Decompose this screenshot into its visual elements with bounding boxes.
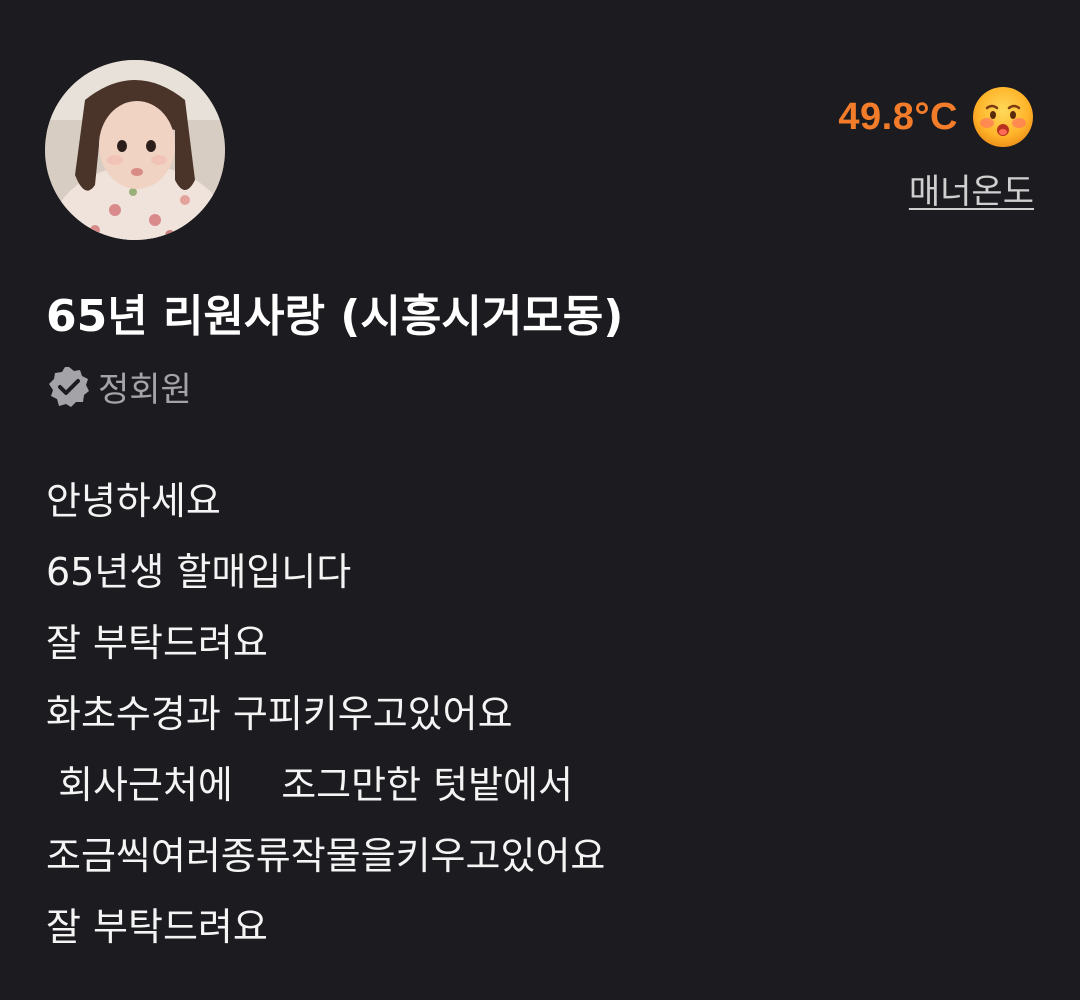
avatar[interactable] xyxy=(45,60,225,240)
bio-line: 회사근처에 조그만한 텃밭에서 xyxy=(46,763,573,807)
member-badge: 정회원 xyxy=(46,362,192,411)
bio-line: 조금씩여러종류작물을키우고있어요 xyxy=(46,834,606,878)
manner-temperature[interactable]: 49.8°C 매너온도 xyxy=(838,86,1034,213)
bio-line: 안녕하세요 xyxy=(46,479,221,523)
nickname: 65년 리원사랑 (시흥시거모동) xyxy=(46,291,624,342)
badge-label: 정회원 xyxy=(98,370,192,410)
bio: 안녕하세요 65년생 할매입니다 잘 부탁드려요 화초수경과 구피키우고있어요 … xyxy=(46,466,1046,963)
profile-page: 49.8°C 매너온도 65년 리원사랑 (시흥시거모동) 정회원 안녕하세요 … xyxy=(0,0,1080,1000)
bio-line: 65년생 할매입니다 xyxy=(46,550,352,594)
verified-check-icon xyxy=(49,366,89,407)
bio-line: 잘 부탁드려요 xyxy=(46,905,268,949)
hot-face-emoji-icon xyxy=(973,87,1033,147)
bio-line: 화초수경과 구피키우고있어요 xyxy=(46,692,513,736)
temperature-value: 49.8°C xyxy=(838,95,958,138)
bio-line: 잘 부탁드려요 xyxy=(46,621,268,665)
avatar-image xyxy=(45,60,225,240)
manner-temperature-link[interactable]: 매너온도 xyxy=(909,164,1034,213)
